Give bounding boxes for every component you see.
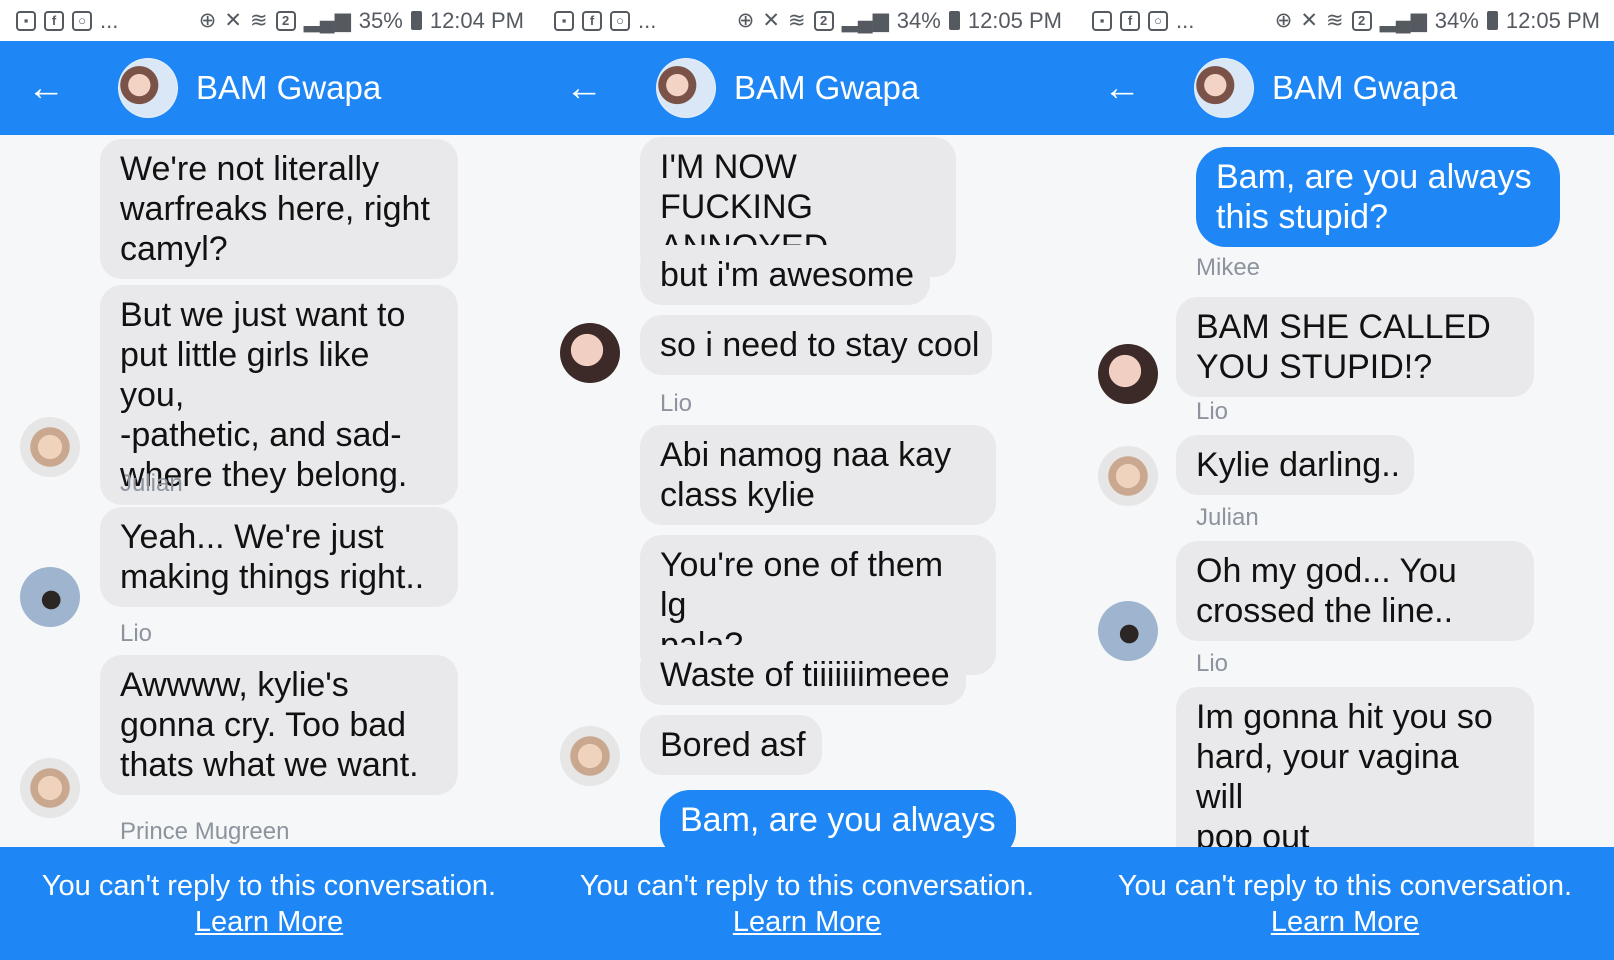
signal-icon: ▂▄▆ bbox=[841, 9, 889, 32]
avatar[interactable] bbox=[1098, 601, 1158, 661]
gallery-icon: ▪ bbox=[1092, 10, 1112, 31]
conversation-header: ← BAM Gwapa bbox=[1076, 41, 1614, 135]
message-bubble[interactable]: Oh my god... You crossed the line.. bbox=[1176, 541, 1534, 641]
avatar[interactable] bbox=[20, 417, 80, 477]
battery-percent: 34% bbox=[896, 7, 941, 33]
instagram-icon: ○ bbox=[72, 10, 92, 31]
cant-reply-footer: You can't reply to this conversation. Le… bbox=[538, 847, 1076, 960]
cant-reply-notice: You can't reply to this conversation. bbox=[1117, 870, 1573, 902]
battery-percent: 34% bbox=[1434, 7, 1479, 33]
sender-label: Prince Mugreen bbox=[120, 818, 290, 845]
status-bar: ▪ f ○ ... ⊕ ✕ ≋ 2 ▂▄▆ 35% 12:04 PM bbox=[0, 0, 538, 41]
message-bubble[interactable]: Abi namog naa kay class kylie bbox=[640, 425, 996, 525]
battery-icon bbox=[948, 11, 960, 30]
sender-label: Lio bbox=[1196, 650, 1229, 677]
instagram-icon: ○ bbox=[610, 10, 630, 31]
gallery-icon: ▪ bbox=[16, 10, 36, 31]
battery-icon bbox=[410, 11, 422, 30]
cant-reply-notice: You can't reply to this conversation. bbox=[579, 870, 1035, 902]
conversation-avatar[interactable] bbox=[656, 58, 716, 118]
message-bubble[interactable]: Awwww, kylie's gonna cry. Too bad thats … bbox=[100, 655, 458, 795]
chat-panel-1: ▪ f ○ ... ⊕ ✕ ≋ 2 ▂▄▆ 35% 12:04 PM ← BAM… bbox=[0, 0, 538, 960]
mute-icon: ✕ bbox=[1300, 9, 1318, 32]
mute-icon: ✕ bbox=[762, 9, 780, 32]
status-bar: ▪ f ○ ... ⊕ ✕ ≋ 2 ▂▄▆ 34% 12:05 PM bbox=[538, 0, 1076, 41]
sender-label: Julian bbox=[120, 470, 183, 497]
mute-icon: ✕ bbox=[224, 9, 242, 32]
sender-label: Lio bbox=[1196, 398, 1229, 425]
avatar[interactable] bbox=[1098, 446, 1158, 506]
sender-label: Mikee bbox=[1196, 254, 1261, 281]
message-list[interactable]: Bam, are you always this stupid? Mikee B… bbox=[1076, 135, 1614, 847]
conversation-title[interactable]: BAM Gwapa bbox=[734, 69, 919, 107]
more-notifications: ... bbox=[1176, 7, 1195, 33]
sender-label: Julian bbox=[1196, 504, 1259, 531]
avatar[interactable] bbox=[560, 726, 620, 786]
message-bubble[interactable]: Bored asf bbox=[640, 715, 822, 775]
message-bubble[interactable]: BAM SHE CALLED YOU STUPID!? bbox=[1176, 297, 1534, 397]
cant-reply-footer: You can't reply to this conversation. Le… bbox=[0, 847, 538, 960]
wifi-icon: ≋ bbox=[249, 9, 268, 32]
message-bubble-own[interactable]: Bam, are you always this stupid? bbox=[1196, 147, 1560, 247]
data-saver-icon: ⊕ bbox=[1274, 9, 1293, 32]
gallery-icon: ▪ bbox=[554, 10, 574, 31]
conversation-avatar[interactable] bbox=[1194, 58, 1254, 118]
instagram-icon: ○ bbox=[1148, 10, 1168, 31]
cant-reply-footer: You can't reply to this conversation. Le… bbox=[1076, 847, 1614, 960]
facebook-icon: f bbox=[44, 10, 64, 31]
facebook-icon: f bbox=[582, 10, 602, 31]
back-arrow-icon[interactable]: ← bbox=[1102, 68, 1142, 108]
sender-label: Lio bbox=[120, 620, 153, 647]
wifi-icon: ≋ bbox=[787, 9, 806, 32]
conversation-header: ← BAM Gwapa bbox=[0, 41, 538, 135]
battery-icon bbox=[1486, 11, 1498, 30]
clock: 12:05 PM bbox=[967, 7, 1062, 33]
message-bubble[interactable]: Waste of tiiiiiiimeee bbox=[640, 645, 966, 705]
learn-more-link[interactable]: Learn More bbox=[195, 905, 343, 939]
screenshots-collage: ▪ f ○ ... ⊕ ✕ ≋ 2 ▂▄▆ 35% 12:04 PM ← BAM… bbox=[0, 0, 1614, 960]
avatar[interactable] bbox=[1098, 344, 1158, 404]
data-saver-icon: ⊕ bbox=[736, 9, 755, 32]
message-bubble[interactable]: Im gonna hit you so hard, your vagina wi… bbox=[1176, 687, 1534, 847]
message-bubble[interactable]: Yeah... We're just making things right.. bbox=[100, 507, 458, 607]
more-notifications: ... bbox=[100, 7, 119, 33]
chat-panel-3: ▪ f ○ ... ⊕ ✕ ≋ 2 ▂▄▆ 34% 12:05 PM ← BAM… bbox=[1076, 0, 1614, 960]
back-arrow-icon[interactable]: ← bbox=[26, 68, 66, 108]
facebook-icon: f bbox=[1120, 10, 1140, 31]
conversation-avatar[interactable] bbox=[118, 58, 178, 118]
message-bubble-own[interactable]: Bam, are you always bbox=[660, 790, 1016, 847]
sim-icon: 2 bbox=[813, 10, 834, 31]
cant-reply-notice: You can't reply to this conversation. bbox=[41, 870, 497, 902]
message-list[interactable]: We're not literally warfreaks here, righ… bbox=[0, 135, 538, 847]
back-arrow-icon[interactable]: ← bbox=[564, 68, 604, 108]
more-notifications: ... bbox=[638, 7, 657, 33]
sim-icon: 2 bbox=[1351, 10, 1372, 31]
sender-label: Lio bbox=[660, 390, 693, 417]
message-bubble[interactable]: We're not literally warfreaks here, righ… bbox=[100, 139, 458, 279]
signal-icon: ▂▄▆ bbox=[303, 9, 351, 32]
avatar[interactable] bbox=[560, 323, 620, 383]
sim-icon: 2 bbox=[275, 10, 296, 31]
learn-more-link[interactable]: Learn More bbox=[1271, 905, 1419, 939]
data-saver-icon: ⊕ bbox=[198, 9, 217, 32]
conversation-title[interactable]: BAM Gwapa bbox=[196, 69, 381, 107]
battery-percent: 35% bbox=[358, 7, 403, 33]
status-bar: ▪ f ○ ... ⊕ ✕ ≋ 2 ▂▄▆ 34% 12:05 PM bbox=[1076, 0, 1614, 41]
signal-icon: ▂▄▆ bbox=[1379, 9, 1427, 32]
conversation-header: ← BAM Gwapa bbox=[538, 41, 1076, 135]
wifi-icon: ≋ bbox=[1325, 9, 1344, 32]
clock: 12:05 PM bbox=[1505, 7, 1600, 33]
message-bubble[interactable]: Kylie darling.. bbox=[1176, 435, 1414, 495]
message-list[interactable]: I'M NOW FUCKING ANNOYED but i'm awesome … bbox=[538, 135, 1076, 847]
chat-panel-2: ▪ f ○ ... ⊕ ✕ ≋ 2 ▂▄▆ 34% 12:05 PM ← BAM… bbox=[538, 0, 1076, 960]
avatar[interactable] bbox=[20, 567, 80, 627]
learn-more-link[interactable]: Learn More bbox=[733, 905, 881, 939]
conversation-title[interactable]: BAM Gwapa bbox=[1272, 69, 1457, 107]
message-bubble[interactable]: but i'm awesome bbox=[640, 245, 930, 305]
message-bubble[interactable]: so i need to stay cool bbox=[640, 315, 992, 375]
clock: 12:04 PM bbox=[429, 7, 524, 33]
avatar[interactable] bbox=[20, 758, 80, 818]
